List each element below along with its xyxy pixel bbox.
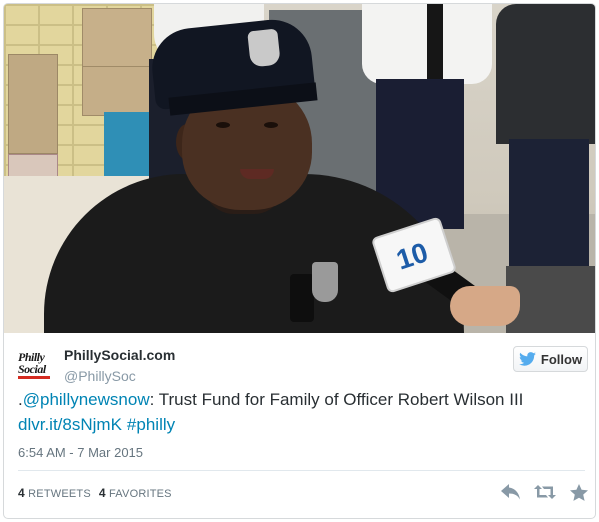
favorite-button[interactable]: [568, 482, 590, 502]
officer-mouth: [240, 169, 274, 179]
mention-link[interactable]: @phillynewsnow: [23, 390, 150, 409]
twitter-bird-icon: [519, 352, 536, 366]
divider: [18, 470, 585, 471]
cap-badge-icon: [247, 28, 281, 68]
favorites-stat[interactable]: 4 FAVORITES: [98, 486, 172, 500]
tweet-actions: [500, 482, 590, 502]
favorites-count: 4: [98, 486, 106, 500]
display-name[interactable]: PhillySocial.com: [64, 347, 175, 363]
tweet-stats: 4 RETWEETS 4 FAVORITES: [18, 486, 172, 500]
avatar[interactable]: Philly Social: [18, 349, 50, 381]
cardboard-box: [82, 8, 152, 68]
follow-button[interactable]: Follow: [513, 346, 588, 372]
reporter-hand: [450, 286, 520, 326]
hashtag-link[interactable]: #philly: [127, 415, 175, 434]
retweets-stat[interactable]: 4 RETWEETS: [18, 486, 91, 500]
police-radio: [290, 274, 314, 322]
background-person: [496, 4, 595, 144]
cardboard-box: [82, 66, 152, 116]
url-link[interactable]: dlvr.it/8sNjmK: [18, 415, 122, 434]
reply-icon: [501, 484, 520, 500]
tweet-links: dlvr.it/8sNjmK #philly: [18, 413, 180, 437]
reply-button[interactable]: [500, 482, 522, 502]
tweet-timestamp[interactable]: 6:54 AM - 7 Mar 2015: [18, 445, 143, 460]
background-person-legs: [509, 139, 589, 279]
favorites-label: FAVORITES: [109, 488, 172, 500]
retweet-button[interactable]: [534, 482, 556, 502]
tweet-text-body: : Trust Fund for Family of Officer Rober…: [149, 390, 524, 409]
star-icon: [570, 483, 588, 501]
cardboard-box: [8, 54, 58, 154]
tweet-photo[interactable]: 10: [4, 4, 595, 333]
avatar-logo: Philly Social: [18, 351, 50, 379]
chest-badge-icon: [312, 262, 338, 302]
user-handle[interactable]: @PhillySoc: [64, 368, 136, 384]
follow-label: Follow: [540, 351, 583, 367]
tweet-text: .@phillynewsnow: Trust Fund for Family o…: [18, 388, 588, 412]
officer-eye: [264, 122, 278, 128]
retweets-count: 4: [18, 486, 25, 500]
background-officer-tie: [427, 4, 443, 84]
retweets-label: RETWEETS: [28, 488, 91, 500]
officer-eye: [216, 122, 230, 128]
tweet-card: 10 Philly Social PhillySocial.com @Phill…: [3, 3, 596, 519]
retweet-icon: [534, 485, 556, 499]
